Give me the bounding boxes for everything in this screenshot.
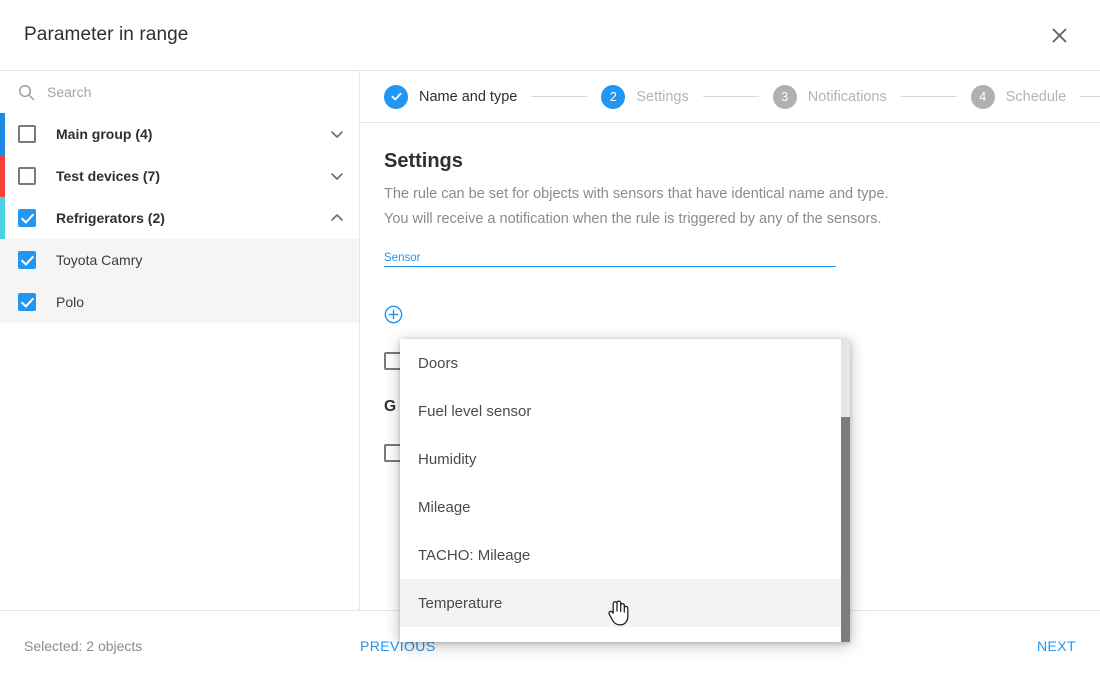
close-icon[interactable] bbox=[1042, 18, 1076, 52]
search-input[interactable] bbox=[47, 84, 287, 100]
tree-checkbox[interactable] bbox=[18, 167, 36, 185]
object-tree-sidebar: Main group (4) Test devices (7) bbox=[0, 71, 360, 610]
step-schedule[interactable]: 4 Schedule bbox=[970, 84, 1067, 109]
step-marker: 3 bbox=[772, 84, 797, 109]
chevron-down-icon[interactable] bbox=[329, 168, 345, 184]
step-connector bbox=[531, 96, 588, 97]
wizard-stepper: Name and type 2 Settings 3 Notifications… bbox=[360, 71, 1100, 123]
tree-item-label: Polo bbox=[56, 294, 85, 310]
dropdown-option[interactable]: Doors bbox=[400, 339, 850, 387]
group-color-bar bbox=[0, 155, 5, 197]
tree-row[interactable]: Polo bbox=[0, 281, 359, 323]
step-label: Schedule bbox=[1005, 88, 1067, 105]
tree-item-label: Test devices (7) bbox=[56, 168, 161, 184]
sensor-dropdown-menu[interactable]: Doors Fuel level sensor Humidity Mileage… bbox=[400, 339, 850, 642]
dialog-body: Main group (4) Test devices (7) bbox=[0, 71, 1100, 642]
tree-row[interactable]: Main group (4) bbox=[0, 113, 359, 155]
parameter-in-range-dialog: Parameter in range Search Main group (4)… bbox=[0, 0, 1100, 680]
step-marker: 2 bbox=[601, 84, 626, 109]
tree-item-label: Refrigerators (2) bbox=[56, 210, 165, 226]
section-title: Settings bbox=[384, 150, 463, 172]
add-condition-button[interactable] bbox=[384, 305, 1076, 324]
tree-checkbox[interactable] bbox=[18, 251, 36, 269]
step-label: Name and type bbox=[419, 88, 518, 105]
next-button[interactable]: NEXT bbox=[1037, 638, 1076, 654]
plus-circle-icon bbox=[384, 305, 403, 324]
sensor-field[interactable]: Sensor bbox=[384, 252, 836, 267]
chevron-up-icon[interactable] bbox=[329, 210, 345, 226]
page-title: Parameter in range bbox=[24, 24, 189, 45]
step-settings[interactable]: 2 Settings bbox=[601, 84, 689, 109]
tree-item-label: Toyota Camry bbox=[56, 252, 143, 268]
sensor-field-underline bbox=[384, 266, 836, 267]
search-row bbox=[0, 71, 359, 113]
dropdown-option[interactable]: Mileage bbox=[400, 483, 850, 531]
dropdown-option-list: Doors Fuel level sensor Humidity Mileage… bbox=[400, 339, 850, 642]
tree-checkbox[interactable] bbox=[18, 209, 36, 227]
tree-row[interactable]: Toyota Camry bbox=[0, 239, 359, 281]
tree-row[interactable]: Refrigerators (2) bbox=[0, 197, 359, 239]
tree-item-label: Main group (4) bbox=[56, 126, 153, 142]
tree-row[interactable]: Test devices (7) bbox=[0, 155, 359, 197]
section-description-line1: The rule can be set for objects with sen… bbox=[384, 186, 889, 202]
step-marker: 4 bbox=[970, 84, 995, 109]
step-connector bbox=[1080, 96, 1100, 97]
sensor-field-label: Sensor bbox=[384, 252, 421, 264]
step-notifications[interactable]: 3 Notifications bbox=[772, 84, 887, 109]
section-description-line2: You will receive a notification when the… bbox=[384, 211, 882, 227]
selected-count-text: Selected: 2 objects bbox=[24, 637, 143, 654]
tree-checkbox[interactable] bbox=[18, 125, 36, 143]
group-color-bar bbox=[0, 113, 5, 155]
dialog-header: Parameter in range bbox=[0, 0, 1100, 71]
dropdown-option[interactable]: Humidity bbox=[400, 435, 850, 483]
object-tree: Main group (4) Test devices (7) Refriger… bbox=[0, 113, 359, 610]
dropdown-option[interactable]: Temperature bbox=[400, 579, 850, 627]
step-label: Notifications bbox=[807, 88, 887, 105]
dropdown-scrollbar-thumb[interactable] bbox=[841, 417, 850, 642]
close-glyph bbox=[1051, 27, 1067, 43]
step-connector bbox=[900, 96, 957, 97]
dropdown-option[interactable]: TACHO: Mileage bbox=[400, 531, 850, 579]
step-name-and-type[interactable]: Name and type bbox=[384, 84, 518, 109]
step-marker bbox=[384, 84, 408, 109]
dropdown-option[interactable]: Fuel level sensor bbox=[400, 387, 850, 435]
tree-checkbox[interactable] bbox=[18, 293, 36, 311]
chevron-down-icon[interactable] bbox=[329, 126, 345, 142]
group-color-bar bbox=[0, 197, 5, 239]
search-icon bbox=[18, 84, 35, 101]
step-label: Settings bbox=[636, 88, 689, 105]
step-connector bbox=[702, 96, 759, 97]
